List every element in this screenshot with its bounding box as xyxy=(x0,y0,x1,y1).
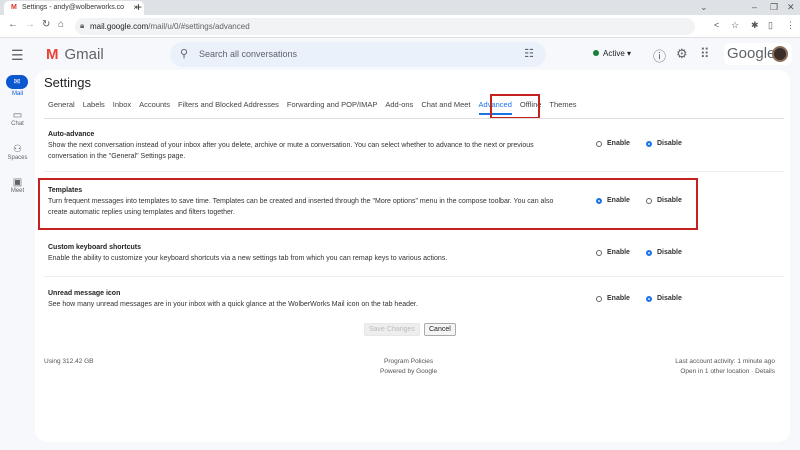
mail-icon[interactable]: ✉ xyxy=(6,75,28,89)
cancel-button[interactable]: Cancel xyxy=(424,323,456,336)
tab-addons[interactable]: Add-ons xyxy=(385,100,413,115)
minimize-button[interactable]: – xyxy=(752,2,757,12)
tab-filters[interactable]: Filters and Blocked Addresses xyxy=(178,100,279,115)
rail-mail[interactable]: Mail xyxy=(0,91,35,97)
bookmark-star-icon[interactable]: ☆ xyxy=(731,20,739,31)
section-unread-icon: Unread message icon See how many unread m… xyxy=(48,288,558,310)
status-label: Active xyxy=(603,49,625,58)
main-menu-icon[interactable]: ☰ xyxy=(11,47,24,64)
chat-icon: ▭ xyxy=(12,110,23,121)
spaces-icon: ⚇ xyxy=(13,144,22,155)
page-title: Settings xyxy=(44,75,91,90)
tab-forwarding[interactable]: Forwarding and POP/IMAP xyxy=(287,100,377,115)
meet-icon: ▣ xyxy=(12,177,23,188)
auto-advance-enable-radio[interactable]: Enable xyxy=(596,140,630,147)
apps-grid-icon[interactable]: ⠿ xyxy=(700,46,710,62)
section-keyboard-shortcuts: Custom keyboard shortcuts Enable the abil… xyxy=(48,242,558,264)
shortcuts-disable-radio[interactable]: Disable xyxy=(646,249,682,256)
tab-inbox[interactable]: Inbox xyxy=(113,100,131,115)
rail-label: Mail xyxy=(11,91,23,97)
lock-icon: 🔒︎ xyxy=(80,21,85,30)
divider xyxy=(44,171,784,172)
section-title: Unread message icon xyxy=(48,290,121,297)
save-changes-button[interactable]: Save Changes xyxy=(364,323,420,336)
rail-label: Chat xyxy=(11,121,24,127)
help-icon[interactable]: ⓘ xyxy=(653,46,666,65)
rail-label: Meet xyxy=(10,188,25,194)
search-placeholder: Search all conversations xyxy=(199,49,298,59)
home-icon[interactable]: ⌂ xyxy=(58,19,64,30)
tab-labels[interactable]: Labels xyxy=(83,100,105,115)
extensions-icon[interactable]: ✱ xyxy=(751,20,759,31)
search-icon[interactable]: ⚲ xyxy=(180,47,188,60)
section-desc: Turn frequent messages into templates to… xyxy=(48,198,554,216)
section-title: Templates xyxy=(48,187,83,194)
section-title: Custom keyboard shortcuts xyxy=(48,244,141,251)
browser-tab[interactable]: M Settings - andy@wolberworks.co × xyxy=(4,1,144,15)
gmail-favicon: M xyxy=(11,4,17,11)
rail-label: Spaces xyxy=(7,155,28,161)
restore-button[interactable]: ❐ xyxy=(770,2,778,13)
back-icon[interactable]: ← xyxy=(8,19,18,30)
unread-enable-radio[interactable]: Enable xyxy=(596,295,630,302)
unread-disable-radio[interactable]: Disable xyxy=(646,295,682,302)
browser-menu-icon[interactable]: ⋮ xyxy=(786,20,795,31)
section-templates: Templates Turn frequent messages into tem… xyxy=(48,185,568,218)
tab-general[interactable]: General xyxy=(48,100,75,115)
reload-icon[interactable]: ↻ xyxy=(42,19,50,30)
status-dropdown[interactable]: Active ▾ xyxy=(585,45,642,63)
share-icon[interactable]: < xyxy=(714,20,719,30)
divider xyxy=(44,276,784,277)
section-desc: Enable the ability to customize your key… xyxy=(48,255,448,262)
search-input[interactable]: ⚲ Search all conversations ☷ xyxy=(170,42,546,67)
search-options-icon[interactable]: ☷ xyxy=(524,47,534,60)
app-name: Gmail xyxy=(64,46,104,63)
tab-chat-meet[interactable]: Chat and Meet xyxy=(421,100,470,115)
rail-chat[interactable]: ▭ Chat xyxy=(0,110,35,127)
gear-icon[interactable]: ⚙ xyxy=(676,46,688,62)
new-tab-button[interactable]: + xyxy=(135,0,142,14)
divider xyxy=(44,118,784,119)
section-auto-advance: Auto-advance Show the next conversation i… xyxy=(48,129,558,162)
avatar[interactable] xyxy=(772,46,788,62)
section-title: Auto-advance xyxy=(48,131,95,138)
tab-search-icon[interactable]: ⌄ xyxy=(700,2,708,13)
last-activity: Last account activity: 1 minute ago xyxy=(675,358,775,365)
auto-advance-disable-radio[interactable]: Disable xyxy=(646,140,682,147)
url-host: mail.google.com xyxy=(90,22,149,31)
tab-accounts[interactable]: Accounts xyxy=(139,100,170,115)
status-dot-icon xyxy=(593,50,599,56)
storage-usage: Using 312.42 GB xyxy=(44,358,94,365)
gmail-logo[interactable]: M Gmail xyxy=(46,46,104,63)
highlight-box-advanced xyxy=(490,94,540,119)
templates-enable-radio[interactable]: Enable xyxy=(596,197,630,204)
shortcuts-enable-radio[interactable]: Enable xyxy=(596,249,630,256)
side-panel-icon[interactable]: ▯ xyxy=(768,20,773,31)
templates-disable-radio[interactable]: Disable xyxy=(646,197,682,204)
details-link[interactable]: Open in 1 other location · Details xyxy=(680,368,775,375)
close-window-button[interactable]: ✕ xyxy=(787,2,795,13)
forward-icon[interactable]: → xyxy=(25,19,35,30)
rail-meet[interactable]: ▣ Meet xyxy=(0,177,35,194)
tab-title: Settings - andy@wolberworks.co xyxy=(22,4,125,11)
powered-by: Powered by Google xyxy=(380,368,438,375)
url-path: /mail/u/0/#settings/advanced xyxy=(148,22,250,31)
section-desc: See how many unread messages are in your… xyxy=(48,301,418,308)
tab-themes[interactable]: Themes xyxy=(549,100,576,115)
rail-spaces[interactable]: ⚇ Spaces xyxy=(0,144,35,161)
program-policies-link[interactable]: Program Policies xyxy=(384,358,433,365)
url-field[interactable]: 🔒︎ mail.google.com/mail/u/0/#settings/adv… xyxy=(75,18,695,35)
section-desc: Show the next conversation instead of yo… xyxy=(48,142,534,160)
